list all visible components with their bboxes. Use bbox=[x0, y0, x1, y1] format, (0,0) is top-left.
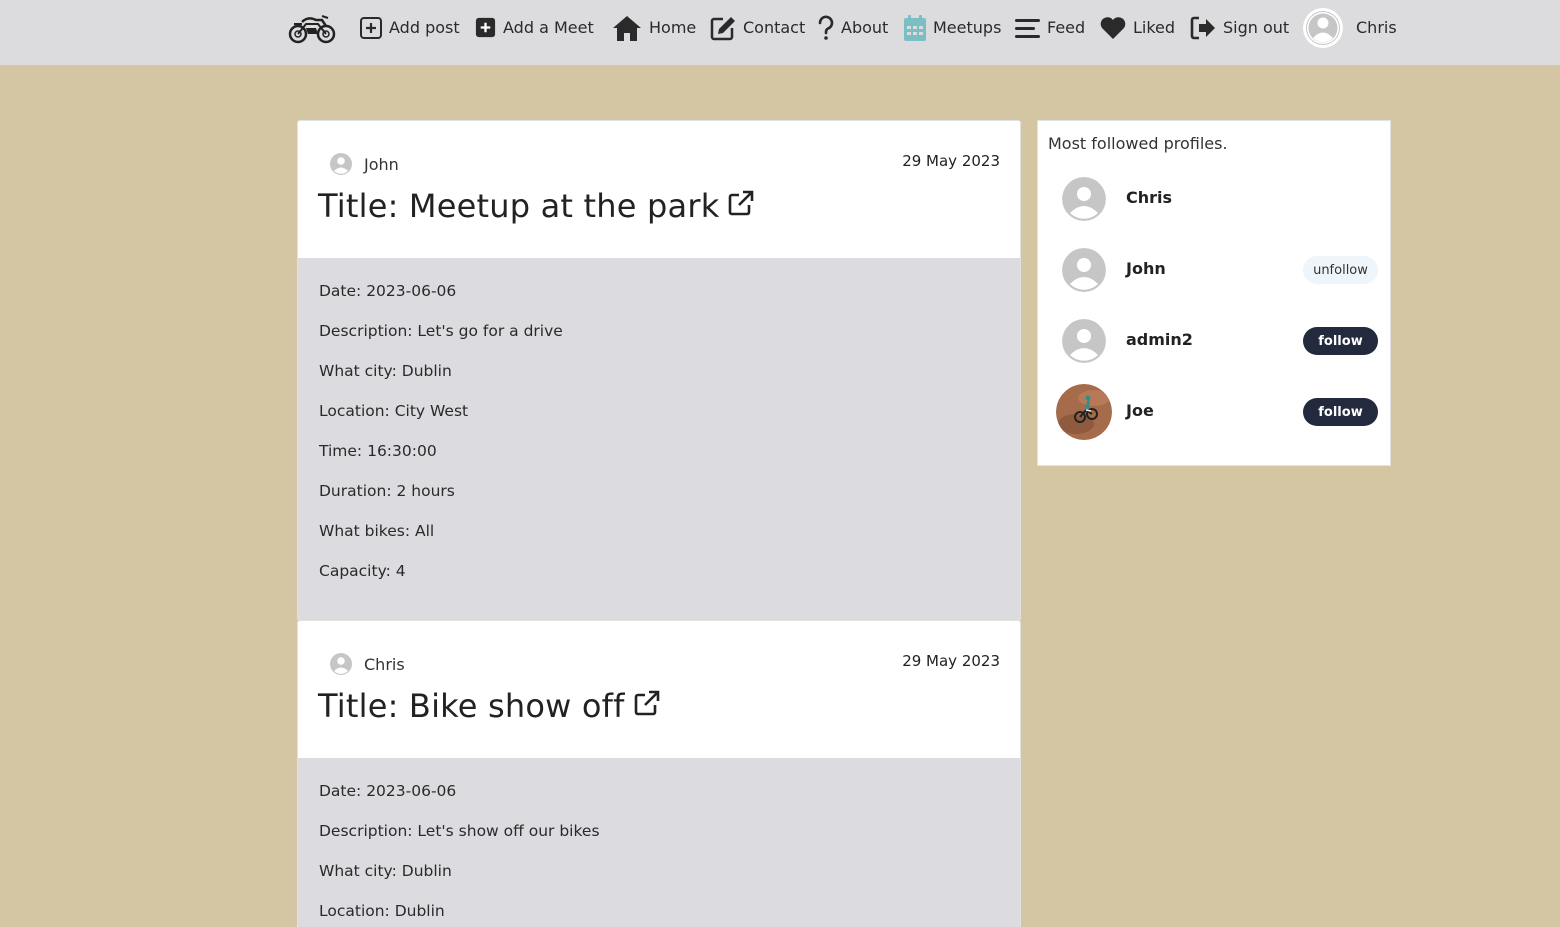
profile-name[interactable]: Chris bbox=[1126, 188, 1172, 207]
nav-liked[interactable]: Liked bbox=[1099, 0, 1175, 55]
avatar bbox=[1303, 7, 1343, 48]
nav-home[interactable]: Home bbox=[611, 0, 696, 55]
external-link-icon bbox=[633, 687, 661, 725]
nav-user-name: Chris bbox=[1356, 18, 1397, 37]
post-field-time: Time: 16:30:00 bbox=[319, 442, 437, 460]
nav-label: Contact bbox=[743, 18, 806, 37]
heart-icon bbox=[1099, 16, 1127, 40]
post-author-name: Chris bbox=[364, 654, 405, 674]
sign-out-icon bbox=[1189, 15, 1217, 41]
profile-row: Chris bbox=[1038, 169, 1392, 229]
post-field-date: Date: 2023-06-06 bbox=[319, 282, 457, 300]
post-field-description: Description: Let's go for a drive bbox=[319, 322, 563, 340]
plus-square-filled-icon bbox=[474, 16, 497, 39]
post-card: Chris 29 May 2023 Title: Bike show off D… bbox=[297, 620, 1021, 927]
post-title: Title: Meetup at the park bbox=[318, 187, 720, 225]
avatar[interactable] bbox=[1062, 177, 1106, 221]
post-field-date: Date: 2023-06-06 bbox=[319, 782, 457, 800]
nav-label: Home bbox=[649, 18, 697, 37]
post-field-duration: Duration: 2 hours bbox=[319, 482, 455, 500]
post-author[interactable]: John bbox=[329, 152, 399, 176]
plus-square-icon bbox=[359, 16, 383, 40]
nav-meetups[interactable]: Meetups bbox=[903, 0, 1001, 55]
follow-button[interactable]: follow bbox=[1303, 327, 1378, 355]
post-field-city: What city: Dublin bbox=[319, 362, 452, 380]
post-header: John 29 May 2023 Title: Meetup at the pa… bbox=[298, 121, 1020, 258]
nav-add-meet[interactable]: Add a Meet bbox=[474, 0, 594, 55]
nav-profile[interactable]: Chris bbox=[1303, 0, 1397, 55]
most-followed-sidebar: Most followed profiles. Chris John unfol… bbox=[1037, 120, 1391, 466]
nav-contact[interactable]: Contact bbox=[709, 0, 805, 55]
post-card: John 29 May 2023 Title: Meetup at the pa… bbox=[297, 120, 1021, 621]
follow-button[interactable]: follow bbox=[1303, 398, 1378, 426]
profile-name[interactable]: John bbox=[1126, 259, 1166, 278]
nav-label: Liked bbox=[1133, 18, 1176, 37]
motorcycle-logo-icon[interactable] bbox=[288, 12, 336, 44]
home-icon bbox=[611, 14, 643, 42]
profile-name[interactable]: admin2 bbox=[1126, 330, 1193, 349]
nav-label: Add post bbox=[389, 18, 460, 37]
post-details: Date: 2023-06-06 Description: Let's show… bbox=[298, 758, 1020, 927]
nav-label: Sign out bbox=[1223, 18, 1290, 37]
avatar[interactable] bbox=[1062, 248, 1106, 292]
profile-row: Joe follow bbox=[1038, 382, 1392, 442]
nav-label: Meetups bbox=[933, 18, 1002, 37]
post-field-location: Location: Dublin bbox=[319, 902, 445, 920]
nav-label: Feed bbox=[1047, 18, 1086, 37]
post-title-link[interactable]: Title: Meetup at the park bbox=[318, 187, 755, 225]
post-title-link[interactable]: Title: Bike show off bbox=[318, 687, 661, 725]
post-date: 29 May 2023 bbox=[902, 652, 1000, 670]
nav-about[interactable]: About bbox=[817, 0, 888, 55]
top-navbar: Add post Add a Meet Home Contact About M… bbox=[0, 0, 1560, 65]
nav-label: Add a Meet bbox=[503, 18, 594, 37]
edit-icon bbox=[709, 14, 737, 42]
avatar-photo[interactable] bbox=[1056, 384, 1112, 440]
calendar-icon bbox=[903, 14, 927, 42]
post-title: Title: Bike show off bbox=[318, 687, 625, 725]
avatar bbox=[329, 652, 353, 676]
sidebar-title: Most followed profiles. bbox=[1048, 134, 1228, 153]
avatar[interactable] bbox=[1062, 319, 1106, 363]
post-author[interactable]: Chris bbox=[329, 652, 405, 676]
external-link-icon bbox=[727, 187, 755, 225]
profile-name[interactable]: Joe bbox=[1126, 401, 1154, 420]
post-field-bikes: What bikes: All bbox=[319, 522, 435, 540]
post-header: Chris 29 May 2023 Title: Bike show off bbox=[298, 621, 1020, 758]
profile-row: John unfollow bbox=[1038, 240, 1392, 300]
nav-add-post[interactable]: Add post bbox=[359, 0, 460, 55]
post-date: 29 May 2023 bbox=[902, 152, 1000, 170]
post-field-location: Location: City West bbox=[319, 402, 469, 420]
nav-label: About bbox=[841, 18, 889, 37]
post-field-capacity: Capacity: 4 bbox=[319, 562, 406, 580]
unfollow-button[interactable]: unfollow bbox=[1303, 256, 1378, 284]
post-field-city: What city: Dublin bbox=[319, 862, 452, 880]
nav-feed[interactable]: Feed bbox=[1014, 0, 1085, 55]
post-details: Date: 2023-06-06 Description: Let's go f… bbox=[298, 258, 1020, 620]
nav-sign-out[interactable]: Sign out bbox=[1189, 0, 1289, 55]
question-icon bbox=[817, 15, 835, 41]
avatar bbox=[329, 152, 353, 176]
post-author-name: John bbox=[364, 154, 399, 174]
post-field-description: Description: Let's show off our bikes bbox=[319, 822, 600, 840]
profile-row: admin2 follow bbox=[1038, 311, 1392, 371]
stream-icon bbox=[1014, 16, 1041, 40]
